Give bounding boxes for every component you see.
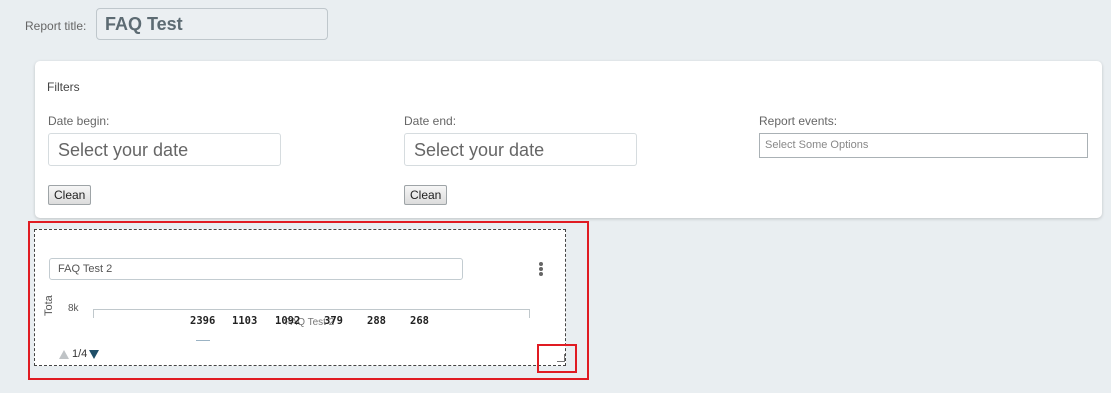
kebab-menu-icon[interactable]: [537, 262, 545, 278]
pager: 1/4: [59, 348, 100, 360]
data-label: 2396: [190, 315, 216, 327]
date-end-label: Date end:: [404, 114, 457, 128]
date-end-clean-button[interactable]: Clean: [404, 185, 448, 205]
data-label: 1103: [232, 315, 258, 327]
pager-text: 1/4: [72, 348, 88, 360]
data-label: 288: [367, 315, 386, 327]
date-begin-label: Date begin:: [48, 114, 110, 128]
report-editor: Report title: FAQ Test Filters Date begi…: [0, 0, 1111, 393]
date-begin-clean-button[interactable]: Clean: [48, 185, 92, 205]
report-title-label: Report title:: [25, 19, 87, 33]
report-title-input[interactable]: FAQ Test: [96, 8, 328, 40]
report-events-label: Report events:: [759, 114, 838, 128]
y-tick-label: 8k: [68, 303, 79, 314]
data-label: 268: [410, 315, 429, 327]
pager-down-icon[interactable]: [89, 349, 100, 359]
chart-area: Tota 8k FAQ Test 2 2396 1103 1092 379 288 268: [35, 290, 567, 350]
pager-up-icon[interactable]: [59, 349, 69, 359]
filters-card: Filters Date begin: Select your date Cle…: [35, 61, 1102, 218]
resize-highlight-frame: [537, 344, 577, 373]
y-axis-label: Tota: [43, 295, 55, 316]
widget-title-input[interactable]: FAQ Test 2: [49, 258, 463, 280]
report-events-select[interactable]: Select Some Options: [759, 133, 1088, 158]
data-label: 379: [324, 315, 343, 327]
date-begin-input[interactable]: Select your date: [48, 133, 281, 166]
data-label: 1092: [275, 315, 301, 327]
date-end-input[interactable]: Select your date: [404, 133, 637, 166]
chart-widget[interactable]: FAQ Test 2 Tota 8k FAQ Test 2 2396 1103 10…: [34, 229, 566, 366]
filters-heading: Filters: [47, 80, 80, 94]
legend-swatch: [196, 340, 210, 341]
